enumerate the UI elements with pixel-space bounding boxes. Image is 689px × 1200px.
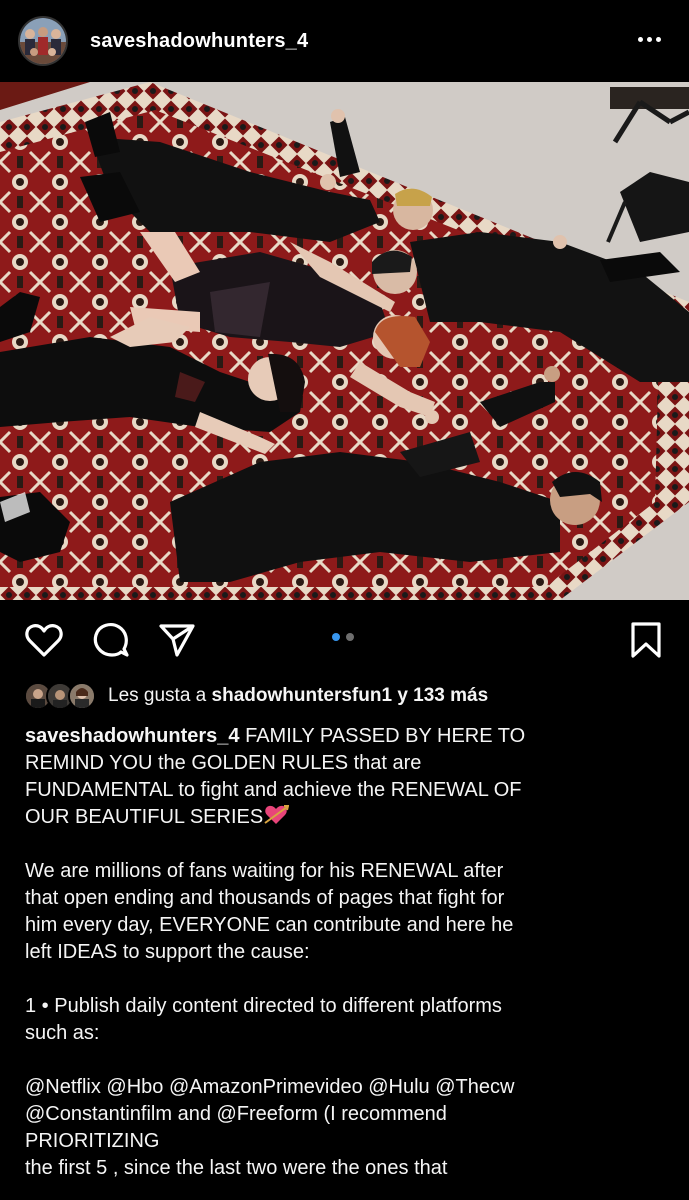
caption-author[interactable]: saveshadowhunters_4 xyxy=(25,725,240,747)
likes-summary: Les gusta a shadowhuntersfun1 y 133 más xyxy=(108,685,488,707)
caption-line: FAMILY PASSED BY HERE TO xyxy=(239,725,526,747)
post-username[interactable]: saveshadowhunters_4 xyxy=(90,30,308,53)
caption-line: that open ending and thousands of pages … xyxy=(25,887,505,909)
likes-row[interactable]: Les gusta a shadowhuntersfun1 y 133 más xyxy=(24,681,488,711)
caption-line: We are millions of fans waiting for his … xyxy=(25,860,504,882)
avatar xyxy=(68,682,96,710)
carousel-indicator xyxy=(332,633,354,641)
heart-outline-icon[interactable] xyxy=(24,620,64,660)
bookmark-icon[interactable] xyxy=(626,620,666,660)
post-header: saveshadowhunters_4 xyxy=(0,0,689,82)
caption-line: REMIND YOU the GOLDEN RULES that are xyxy=(25,752,422,774)
likes-prefix: Les gusta a xyxy=(108,685,212,706)
caption-line: 1 • Publish daily content directed to di… xyxy=(25,995,502,1017)
caption-line: FUNDAMENTAL to fight and achieve the REN… xyxy=(25,779,522,801)
caption-line: the first 5 , since the last two were th… xyxy=(25,1157,448,1179)
comment-icon[interactable] xyxy=(91,620,131,660)
caption-line: such as: xyxy=(25,1022,100,1044)
send-icon[interactable] xyxy=(157,620,197,660)
caption-line: @Netflix @Hbo @AmazonPrimevideo @Hulu @T… xyxy=(25,1076,515,1098)
caption-line: OUR BEAUTIFUL SERIES xyxy=(25,806,264,828)
post-caption: saveshadowhunters_4 FAMILY PASSED BY HER… xyxy=(25,723,655,1182)
profile-avatar[interactable] xyxy=(18,16,68,66)
liker-avatars xyxy=(24,682,102,710)
liker-username[interactable]: shadowhuntersfun1 xyxy=(212,685,393,706)
caption-line: @Constantinfilm and @Freeform (I recomme… xyxy=(25,1103,447,1125)
caption-line: left IDEAS to support the cause: xyxy=(25,941,310,963)
carousel-dot-active xyxy=(332,633,340,641)
post-photo[interactable] xyxy=(0,82,689,600)
more-horizontal-icon[interactable] xyxy=(631,26,667,52)
likes-count[interactable]: y 133 más xyxy=(392,685,488,706)
caption-line: PRIORITIZING xyxy=(25,1130,160,1152)
caption-line: him every day, EVERYONE can contribute a… xyxy=(25,914,514,936)
heart-with-arrow-emoji xyxy=(263,804,290,826)
carousel-dot xyxy=(346,633,354,641)
